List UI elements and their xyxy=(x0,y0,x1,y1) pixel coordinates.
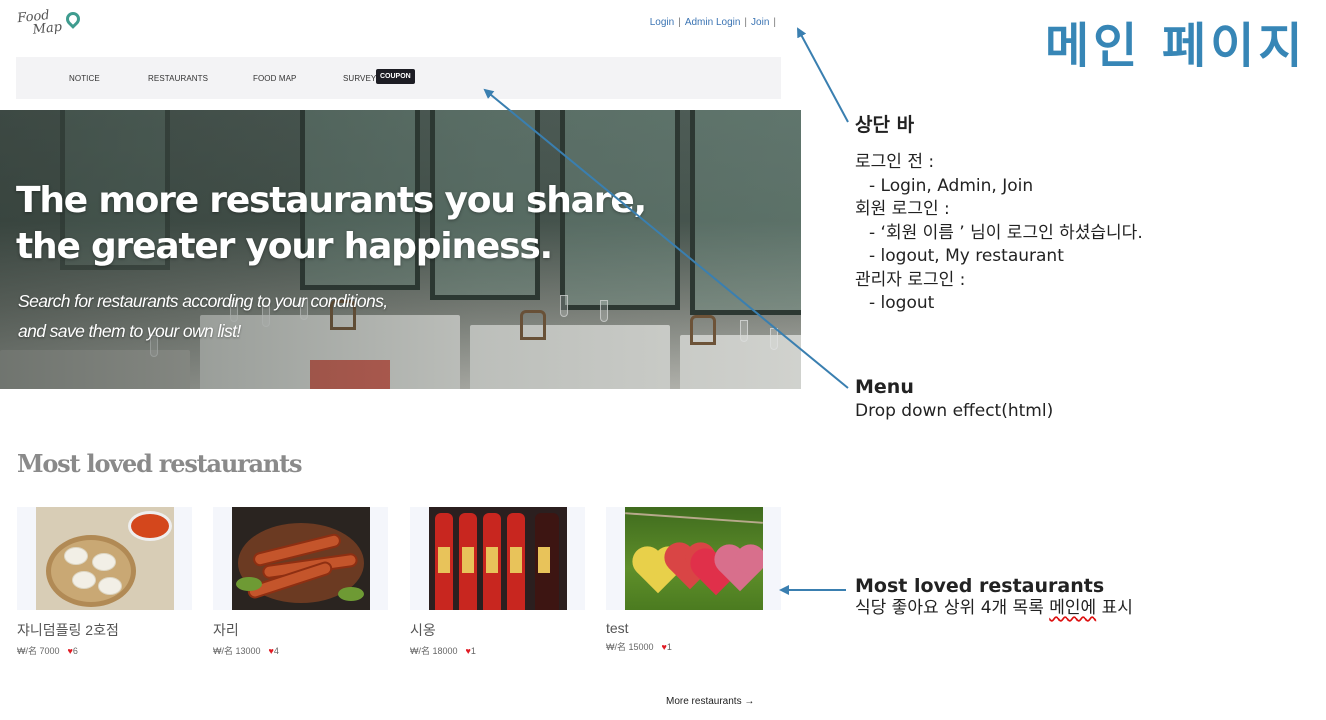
restaurant-meta: ₩/名 18000 ♥1 xyxy=(410,644,585,657)
restaurant-card[interactable]: 쟈니덤플링 2호점 ₩/名 7000 ♥6 xyxy=(17,507,192,657)
restaurant-card[interactable]: 자리 ₩/名 13000 ♥4 xyxy=(213,507,388,657)
hero-title: The more restaurants you share, the grea… xyxy=(16,180,647,267)
menu-item-survey[interactable]: SURVEY xyxy=(343,74,376,83)
top-bar-annotation: 상단 바 로그인 전 : - Login, Admin, Join 회원 로그인… xyxy=(855,110,1143,316)
coupon-badge[interactable]: COUPON xyxy=(376,69,415,84)
restaurant-name[interactable]: 쟈니덤플링 2호점 xyxy=(17,620,192,640)
page-heading: 메인 페이지 xyxy=(1045,18,1307,74)
most-loved-annotation-title: Most loved restaurants xyxy=(855,575,1105,597)
join-link[interactable]: Join xyxy=(751,17,769,28)
menu-annotation-desc: Drop down effect(html) xyxy=(855,401,1054,421)
hero-subtitle: Search for restaurants according to your… xyxy=(18,291,388,341)
logo-text-map: Map xyxy=(31,19,63,38)
most-loved-annotation: Most loved restaurants 식당 좋아요 상위 4개 목록 메… xyxy=(855,575,1133,621)
restaurant-name[interactable]: 자리 xyxy=(213,620,388,640)
top-bar-links: Login | Admin Login | Join | xyxy=(649,17,776,28)
like-count: 1 xyxy=(666,642,672,652)
like-count: 1 xyxy=(470,646,476,656)
hanging-hearts-photo[interactable] xyxy=(625,507,763,610)
admin-login-link[interactable]: Admin Login xyxy=(685,17,741,28)
like-count: 4 xyxy=(273,646,279,656)
price: ₩/名 13000 xyxy=(213,646,261,656)
menu-annotation: Menu Drop down effect(html) xyxy=(855,376,1053,424)
price: ₩/名 7000 xyxy=(17,646,60,656)
top-bar-annotation-title: 상단 바 xyxy=(855,114,915,136)
restaurant-meta: ₩/名 13000 ♥4 xyxy=(213,644,388,657)
most-loved-title: Most loved restaurants xyxy=(17,449,303,478)
menu-annotation-title: Menu xyxy=(855,376,914,398)
menu-item-restaurants[interactable]: RESTAURANTS xyxy=(148,74,208,83)
top-bar-annotation-body: 로그인 전 : - Login, Admin, Join 회원 로그인 : - … xyxy=(855,152,1143,313)
most-loved-annotation-desc: 식당 좋아요 상위 4개 목록 메인에 표시 xyxy=(855,598,1133,618)
food-map-logo[interactable]: Food Map xyxy=(16,8,86,42)
menu-item-food-map[interactable]: FOOD MAP xyxy=(253,74,296,83)
restaurant-card[interactable]: test ₩/名 15000 ♥1 xyxy=(606,507,781,653)
restaurant-meta: ₩/名 15000 ♥1 xyxy=(606,640,781,653)
website-mockup: Food Map Login | Admin Login | Join | NOTICE … xyxy=(0,0,801,720)
map-pin-icon xyxy=(63,9,83,29)
bottles-photo[interactable] xyxy=(429,507,567,610)
dumpling-photo[interactable] xyxy=(36,507,174,610)
login-link[interactable]: Login xyxy=(650,17,674,28)
menu-item-notice[interactable]: NOTICE xyxy=(69,74,100,83)
like-count: 6 xyxy=(72,646,78,656)
hero-banner: The more restaurants you share, the grea… xyxy=(0,110,801,389)
main-menu-bar: NOTICE RESTAURANTS FOOD MAP SURVEY COUPO… xyxy=(16,57,781,99)
more-restaurants-link[interactable]: More restaurants → xyxy=(666,696,754,707)
price: ₩/名 18000 xyxy=(410,646,458,656)
restaurant-name[interactable]: test xyxy=(606,620,781,636)
grilled-squid-photo[interactable] xyxy=(232,507,370,610)
restaurant-card[interactable]: 시옹 ₩/名 18000 ♥1 xyxy=(410,507,585,657)
price: ₩/名 15000 xyxy=(606,642,654,652)
restaurant-meta: ₩/名 7000 ♥6 xyxy=(17,644,192,657)
restaurant-name[interactable]: 시옹 xyxy=(410,620,585,640)
top-bar-arrow xyxy=(797,27,849,123)
